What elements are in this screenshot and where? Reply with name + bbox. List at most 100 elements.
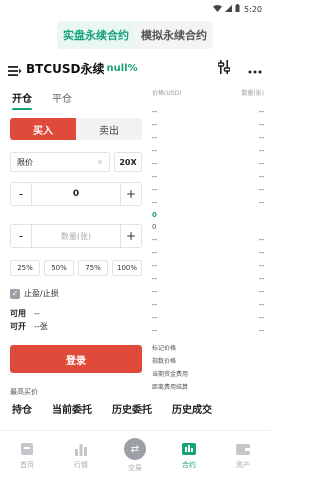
- nav-market-label: 行情: [74, 461, 88, 469]
- ask-row[interactable]: -- --: [152, 105, 264, 118]
- ask-price: --: [152, 120, 158, 129]
- status-icons: [213, 4, 240, 14]
- bid-price: --: [152, 261, 158, 270]
- bid-row[interactable]: -- --: [152, 246, 264, 259]
- available-info: 可用 -- 可开 --张: [10, 307, 142, 333]
- tab-trade-history[interactable]: 历史成交: [172, 401, 212, 416]
- nav-home-label: 首页: [20, 461, 34, 469]
- bottom-nav: 首页 行情 ⇄ 交易 合约 资产: [0, 430, 270, 480]
- percent-50-button[interactable]: 50%: [44, 260, 74, 276]
- contract-icon: [182, 443, 196, 455]
- nav-trade[interactable]: ⇄ 交易: [108, 431, 162, 480]
- bid-price: --: [152, 248, 158, 257]
- more-icon[interactable]: [248, 59, 262, 78]
- pair-change: null%: [106, 62, 138, 74]
- checkbox-icon[interactable]: ✓: [10, 288, 20, 299]
- price-header: 价格(USD): [152, 90, 182, 97]
- nav-home[interactable]: 首页: [0, 431, 54, 480]
- stoploss-row[interactable]: ✓ 止盈/止损: [10, 288, 142, 299]
- ask-row[interactable]: -- --: [152, 131, 264, 144]
- tab-open[interactable]: 开仓: [12, 90, 32, 110]
- bid-row[interactable]: -- --: [152, 298, 264, 311]
- order-form: 买入 卖出 限价 × 20X - 0 + - 数量(张) + 25% 50% 7…: [10, 118, 142, 397]
- order-tabs: 持仓 当前委托 历史委托 历史成交: [0, 400, 270, 416]
- ask-qty: --: [258, 172, 264, 181]
- ask-list: -- -- -- -- -- -- -- -- -- -- -- -- -- -- -- --: [152, 105, 264, 209]
- qty-header: 数量(张): [241, 90, 264, 97]
- ask-price: --: [152, 185, 158, 194]
- bid-row[interactable]: -- --: [152, 324, 264, 337]
- clear-icon[interactable]: ×: [97, 158, 103, 166]
- ask-row[interactable]: -- --: [152, 170, 264, 183]
- ask-row[interactable]: -- --: [152, 157, 264, 170]
- live-contract-tab[interactable]: 实盘永续合约: [57, 21, 135, 49]
- buy-button[interactable]: 买入: [10, 118, 76, 140]
- nav-trade-label: 交易: [128, 464, 142, 472]
- sell-button[interactable]: 卖出: [76, 118, 142, 140]
- tab-positions[interactable]: 持仓: [12, 401, 32, 416]
- ask-qty: --: [258, 133, 264, 142]
- bid-qty: --: [258, 261, 264, 270]
- login-button[interactable]: 登录: [10, 345, 142, 373]
- menu-icon[interactable]: [8, 62, 22, 76]
- bid-list: -- -- -- -- -- -- -- -- -- -- -- -- -- -- -- --: [152, 233, 264, 337]
- order-type-value: 限价: [17, 157, 33, 167]
- bid-price: --: [152, 235, 158, 244]
- ask-price: --: [152, 133, 158, 142]
- swap-icon: ⇄: [124, 438, 146, 460]
- price-plus-button[interactable]: +: [121, 187, 141, 201]
- stoploss-label: 止盈/止损: [24, 289, 59, 298]
- ask-row[interactable]: -- --: [152, 183, 264, 196]
- funding-fee-label: 当期资金费用: [152, 371, 189, 378]
- pair-title[interactable]: BTCUSD永续: [26, 60, 105, 77]
- bid-row[interactable]: -- --: [152, 233, 264, 246]
- bid-row[interactable]: -- --: [152, 272, 264, 285]
- qty-plus-button[interactable]: +: [121, 229, 141, 243]
- tab-current-orders[interactable]: 当前委托: [52, 401, 92, 416]
- leverage-button[interactable]: 20X: [114, 152, 142, 172]
- percent-100-button[interactable]: 100%: [112, 260, 142, 276]
- bid-qty: --: [258, 248, 264, 257]
- order-book-header: 价格(USD) 数量(张): [152, 88, 264, 97]
- order-type-row: 限价 × 20X: [10, 152, 142, 172]
- bid-price: --: [152, 300, 158, 309]
- ask-row[interactable]: -- --: [152, 196, 264, 209]
- price-input[interactable]: 0: [32, 189, 120, 199]
- nav-market[interactable]: 行情: [54, 431, 108, 480]
- sliders-icon[interactable]: [217, 59, 231, 78]
- sim-contract-tab[interactable]: 模拟永续合约: [135, 21, 213, 49]
- bid-row[interactable]: -- --: [152, 311, 264, 324]
- tab-close[interactable]: 平仓: [52, 90, 72, 105]
- contract-mode-switch: 实盘永续合约 模拟永续合约: [0, 21, 270, 49]
- ask-price: --: [152, 172, 158, 181]
- bid-qty: --: [258, 274, 264, 283]
- wallet-icon: [236, 444, 250, 455]
- ask-price: --: [152, 198, 158, 207]
- open-qty-row: 可开 --张: [10, 320, 142, 333]
- bid-row[interactable]: -- --: [152, 285, 264, 298]
- ask-row[interactable]: -- --: [152, 118, 264, 131]
- nav-contract[interactable]: 合约: [162, 431, 216, 480]
- battery-icon: [235, 4, 240, 14]
- ask-row[interactable]: -- --: [152, 144, 264, 157]
- ask-qty: --: [258, 146, 264, 155]
- bid-price: --: [152, 313, 158, 322]
- bid-qty: --: [258, 326, 264, 335]
- ask-qty: --: [258, 120, 264, 129]
- bid-row[interactable]: -- --: [152, 259, 264, 272]
- pair-header: BTCUSD永续 null%: [0, 55, 270, 81]
- percent-25-button[interactable]: 25%: [10, 260, 40, 276]
- tab-order-history[interactable]: 历史委托: [112, 401, 152, 416]
- qty-minus-button[interactable]: -: [11, 229, 31, 243]
- signal-icon: [225, 4, 233, 14]
- open-qty-value: --张: [34, 322, 48, 331]
- price-minus-button[interactable]: -: [11, 187, 31, 201]
- percent-75-button[interactable]: 75%: [78, 260, 108, 276]
- order-type-select[interactable]: 限价 ×: [10, 152, 110, 172]
- bid-qty: --: [258, 235, 264, 244]
- bid-price: --: [152, 326, 158, 335]
- available-row: 可用 --: [10, 307, 142, 320]
- quantity-input[interactable]: 数量(张): [32, 231, 120, 242]
- nav-assets[interactable]: 资产: [216, 431, 270, 480]
- quantity-stepper: - 数量(张) +: [10, 224, 142, 248]
